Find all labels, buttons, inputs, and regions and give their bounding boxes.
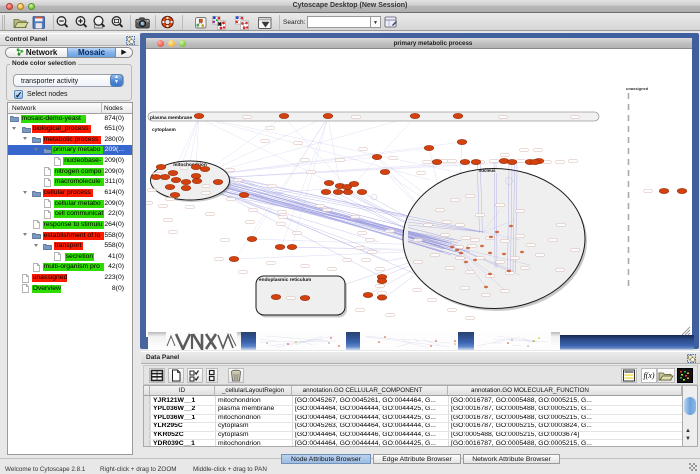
svg-text:unassigned: unassigned: [626, 86, 649, 91]
svg-text:cytoplasm: cytoplasm: [152, 127, 176, 133]
svg-text:endoplasmic reticulum: endoplasmic reticulum: [259, 277, 311, 283]
svg-text:plasma membrane: plasma membrane: [150, 115, 192, 121]
svg-text:nucleus: nucleus: [478, 168, 496, 173]
